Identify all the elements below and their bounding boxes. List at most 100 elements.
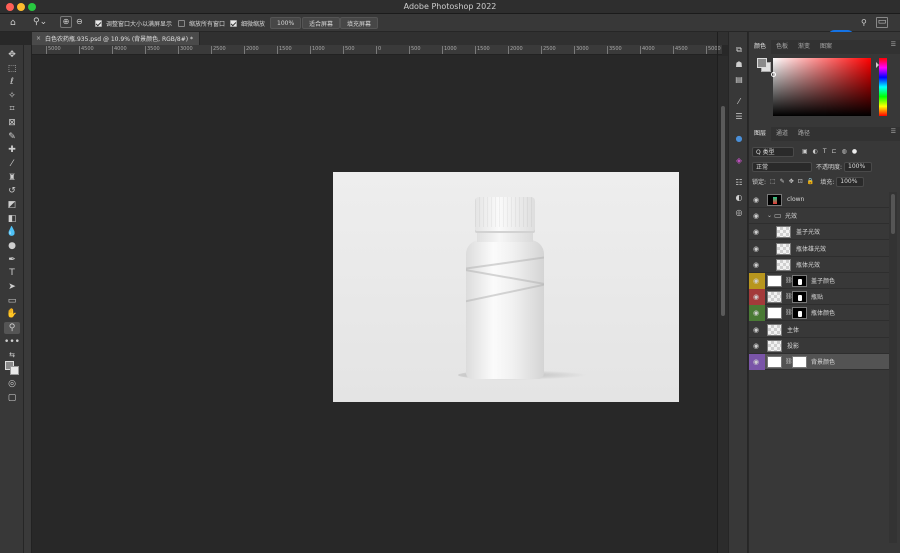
filter-toggle-icon[interactable]: ● xyxy=(852,148,857,155)
fill-input[interactable]: 100% xyxy=(836,176,865,187)
visibility-eye-icon[interactable]: ◉ xyxy=(753,228,763,236)
type-tool-icon[interactable]: T xyxy=(4,267,20,279)
resize-windows-option[interactable]: 调整窗口大小以满屏显示 xyxy=(95,17,172,29)
dodge-tool-icon[interactable]: ● xyxy=(4,240,20,252)
default-colors-icon[interactable]: ⇆ xyxy=(4,349,20,361)
layer-row[interactable]: ◉ ⛓ 瓶体颜色 xyxy=(749,305,889,322)
pen-tool-icon[interactable]: ✒ xyxy=(4,254,20,266)
styles-icon[interactable]: ◐ xyxy=(733,193,745,203)
canvas-vertical-scrollbar[interactable] xyxy=(718,56,728,553)
path-selection-icon[interactable]: ➤ xyxy=(4,281,20,293)
sliders-icon[interactable]: ☷ xyxy=(733,178,745,188)
more-tools-icon[interactable]: ••• xyxy=(4,336,20,348)
layer-row[interactable]: ◉ 瓶体雄光效 xyxy=(749,241,889,257)
zoom-tool-icon[interactable]: ⚲⌄ xyxy=(33,17,47,27)
eyedropper-icon[interactable]: ✎ xyxy=(4,131,20,143)
document-tab[interactable]: × 白色农药瓶.935.psd @ 10.9% (背景颜色, RGB/8#) * xyxy=(32,32,200,45)
adjustments-icon[interactable]: ☰ xyxy=(733,112,745,122)
background-color-swatch[interactable] xyxy=(10,366,19,375)
layer-row[interactable]: ◉ clown xyxy=(749,192,889,208)
visibility-eye-icon[interactable]: ◉ xyxy=(753,358,763,366)
hue-slider-handle[interactable] xyxy=(876,62,879,68)
healing-brush-icon[interactable]: ✚ xyxy=(4,144,20,156)
layer-row[interactable]: ◉ ⛓ 瓶贴 xyxy=(749,289,889,306)
layer-row[interactable]: ◉ ⛓ 背景颜色 xyxy=(749,354,889,370)
visibility-eye-icon[interactable]: ◉ xyxy=(753,196,763,204)
visibility-eye-icon[interactable]: ◉ xyxy=(753,245,763,253)
hue-slider[interactable] xyxy=(879,58,887,116)
zoom-100-button[interactable]: 100% xyxy=(270,17,302,29)
blend-mode-dropdown[interactable]: 正常 xyxy=(752,161,812,172)
visibility-eye-icon[interactable]: ◉ xyxy=(753,326,763,334)
opacity-input[interactable]: 100% xyxy=(844,161,873,172)
visibility-eye-icon[interactable]: ◉ xyxy=(753,293,763,301)
zoom-all-windows-checkbox[interactable] xyxy=(178,19,185,27)
crop-tool-icon[interactable]: ⌗ xyxy=(4,103,20,115)
panel-menu-icon[interactable]: ☰ xyxy=(891,42,896,48)
tab-channels[interactable]: 通道 xyxy=(771,127,793,141)
blur-tool-icon[interactable]: 💧 xyxy=(4,226,20,238)
layer-row[interactable]: ◉ ⌄ ▭ 光效 xyxy=(749,208,889,225)
tab-swatches[interactable]: 色板 xyxy=(771,40,793,54)
hand-tool-icon[interactable]: ✋ xyxy=(4,308,20,320)
layer-mask-thumbnail[interactable] xyxy=(792,291,807,304)
screen-mode-icon[interactable]: ▢ xyxy=(4,392,20,404)
learn-icon[interactable]: ● xyxy=(733,134,745,144)
tab-patterns[interactable]: 图案 xyxy=(815,40,837,54)
layer-row[interactable]: ◉ 主体 xyxy=(749,322,889,338)
rectangle-tool-icon[interactable]: ▭ xyxy=(4,295,20,307)
brush-tool-icon[interactable]: ⁄ xyxy=(4,158,20,170)
layer-mask-thumbnail[interactable] xyxy=(792,307,807,320)
brush-settings-icon[interactable]: ⁄ xyxy=(733,97,745,107)
quick-mask-icon[interactable]: ◎ xyxy=(4,378,20,390)
visibility-eye-icon[interactable]: ◉ xyxy=(753,212,763,220)
zoom-all-windows-option[interactable]: 缩放所有窗口 xyxy=(178,17,225,29)
home-icon[interactable]: ⌂ xyxy=(10,18,16,28)
foreground-color-chip[interactable] xyxy=(757,58,767,68)
clone-stamp-icon[interactable]: ♜ xyxy=(4,172,20,184)
scrubby-zoom-option[interactable]: 细微缩放 xyxy=(230,17,265,29)
tab-color[interactable]: 颜色 xyxy=(749,40,772,54)
paths-icon[interactable]: ◎ xyxy=(733,208,745,218)
visibility-eye-icon[interactable]: ◉ xyxy=(753,277,763,285)
layer-row[interactable]: ◉ ⛓ 盖子颜色 xyxy=(749,273,889,289)
tab-paths[interactable]: 路径 xyxy=(793,127,815,141)
search-icon[interactable]: ⚲ xyxy=(861,18,867,28)
lock-icons[interactable]: ⬚✎✥⊡🔒 xyxy=(770,178,818,185)
visibility-eye-icon[interactable]: ◉ xyxy=(753,309,763,317)
group-expand-icon[interactable]: ⌄ xyxy=(767,212,772,219)
layer-row[interactable]: ◉ 瓶体光效 xyxy=(749,257,889,273)
layer-row[interactable]: ◉ 投影 xyxy=(749,338,889,354)
layer-mask-thumbnail[interactable] xyxy=(792,356,807,368)
move-tool-icon[interactable]: ✥ xyxy=(4,49,20,61)
libraries-icon[interactable]: ◈ xyxy=(733,156,745,166)
close-tab-icon[interactable]: × xyxy=(36,35,41,42)
tab-gradients[interactable]: 渐变 xyxy=(793,40,815,54)
layers-scrollbar[interactable] xyxy=(889,192,897,552)
tab-layers[interactable]: 图层 xyxy=(749,127,772,141)
scroll-thumb[interactable] xyxy=(721,106,725,316)
eraser-tool-icon[interactable]: ◩ xyxy=(4,199,20,211)
workspace-icon[interactable]: ▭ xyxy=(876,17,888,28)
frame-tool-icon[interactable]: ⊠ xyxy=(4,117,20,129)
scrubby-zoom-checkbox[interactable] xyxy=(230,19,237,27)
fit-screen-button[interactable]: 适合屏幕 xyxy=(302,17,341,29)
history-icon[interactable]: ⧉ xyxy=(733,45,745,55)
layer-mask-thumbnail[interactable] xyxy=(792,275,807,287)
layers-scroll-thumb[interactable] xyxy=(891,194,895,234)
color-picker-field[interactable] xyxy=(773,58,871,116)
visibility-eye-icon[interactable]: ◉ xyxy=(753,261,763,269)
gradient-tool-icon[interactable]: ◧ xyxy=(4,213,20,225)
layers-panel-menu-icon[interactable]: ☰ xyxy=(891,129,896,135)
visibility-eye-icon[interactable]: ◉ xyxy=(753,342,763,350)
resize-windows-checkbox[interactable] xyxy=(95,19,102,27)
layer-filter-icons[interactable]: ▣◐T⊏◍ xyxy=(802,148,852,155)
lasso-tool-icon[interactable]: ℓ xyxy=(4,76,20,88)
layer-filter-dropdown[interactable]: Q 类型 xyxy=(752,146,794,157)
zoom-tool-icon[interactable]: ⚲ xyxy=(4,322,20,334)
comments-icon[interactable]: ▤ xyxy=(733,75,745,85)
magic-wand-icon[interactable]: ✧ xyxy=(4,90,20,102)
history-brush-icon[interactable]: ↺ xyxy=(4,185,20,197)
fill-screen-button[interactable]: 填充屏幕 xyxy=(340,17,379,29)
zoom-in-icon[interactable]: ⊕ xyxy=(60,16,72,28)
